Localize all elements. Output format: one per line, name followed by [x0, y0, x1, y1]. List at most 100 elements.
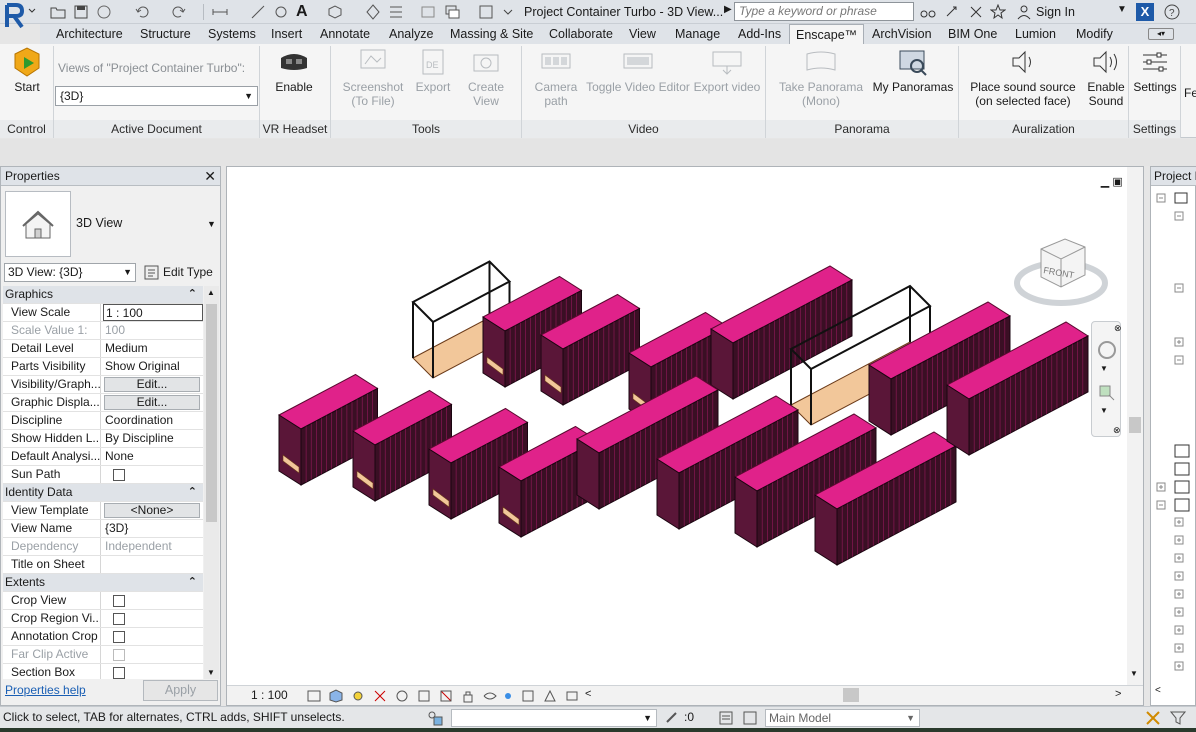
- active-view-select[interactable]: {3D} ▼: [55, 86, 258, 106]
- edit-type-button[interactable]: Edit Type: [141, 262, 217, 284]
- tab-add-ins[interactable]: Add-Ins: [732, 24, 787, 44]
- highlight-displacement-icon[interactable]: [565, 689, 579, 706]
- export-video-button[interactable]: Export video: [692, 46, 762, 94]
- start-button[interactable]: Start: [4, 46, 50, 94]
- chevron-down-icon[interactable]: ▼: [1100, 364, 1108, 373]
- apply-button[interactable]: Apply: [143, 680, 218, 701]
- aligned-dimension-icon[interactable]: [250, 4, 266, 20]
- take-panorama-button[interactable]: Take Panorama (Mono): [774, 46, 868, 108]
- crop-view-icon[interactable]: [417, 689, 431, 706]
- property-row[interactable]: Crop View: [3, 592, 203, 610]
- property-row[interactable]: View Template <None>: [3, 502, 203, 520]
- property-row[interactable]: Annotation Crop: [3, 628, 203, 646]
- show-crop-region-icon[interactable]: [439, 689, 453, 706]
- tab-lumion[interactable]: Lumion: [1009, 24, 1062, 44]
- collapse-icon[interactable]: ⌃: [188, 286, 197, 303]
- shadows-icon[interactable]: [373, 689, 387, 706]
- type-preview[interactable]: [5, 191, 71, 257]
- visual-style-icon[interactable]: [329, 689, 343, 706]
- scrollbar-thumb[interactable]: [1129, 417, 1141, 433]
- my-panoramas-button[interactable]: My Panoramas: [870, 46, 956, 94]
- section-icon[interactable]: [365, 4, 381, 20]
- ribbon-minimize-icon[interactable]: ◂▾: [1148, 28, 1174, 40]
- property-value[interactable]: [103, 646, 203, 663]
- tab-bim-one[interactable]: BIM One: [942, 24, 1003, 44]
- application-menu-button[interactable]: [2, 1, 38, 31]
- camera-path-button[interactable]: Camera path: [528, 46, 584, 108]
- property-value[interactable]: Medium: [103, 340, 203, 357]
- property-edit-button[interactable]: Edit...: [104, 395, 200, 410]
- property-group-header[interactable]: Identity Data ⌃: [3, 484, 203, 502]
- close-icon[interactable]: ✕: [204, 167, 216, 185]
- sync-icon[interactable]: [96, 4, 112, 20]
- screenshot-button[interactable]: Screenshot (To File): [338, 46, 408, 108]
- exchange-apps-icon[interactable]: X: [1136, 3, 1154, 21]
- options-icon[interactable]: ⊗: [1113, 425, 1121, 436]
- settings-button[interactable]: Settings: [1131, 46, 1179, 94]
- 3d-view-icon[interactable]: [327, 4, 343, 20]
- communication-icon[interactable]: [968, 4, 984, 20]
- tab-insert[interactable]: Insert: [265, 24, 308, 44]
- switch-windows-icon[interactable]: [444, 4, 460, 20]
- vr-enable-button[interactable]: Enable: [266, 46, 322, 94]
- scroll-right-arrow-icon[interactable]: >: [1115, 688, 1121, 700]
- tab-collaborate[interactable]: Collaborate: [543, 24, 619, 44]
- collapse-icon[interactable]: ⌃: [188, 574, 197, 591]
- close-icon[interactable]: ⊗: [1114, 323, 1122, 334]
- save-icon[interactable]: [73, 4, 89, 20]
- properties-help-link[interactable]: Properties help: [5, 683, 86, 697]
- temporary-properties-icon[interactable]: [521, 689, 535, 706]
- help-icon[interactable]: ?: [1164, 4, 1180, 20]
- sign-in-button[interactable]: Sign In: [1036, 3, 1075, 21]
- instance-filter-select[interactable]: 3D View: {3D} ▼: [4, 263, 136, 282]
- property-value[interactable]: Edit...: [103, 376, 203, 393]
- property-checkbox[interactable]: [113, 469, 125, 481]
- tab-massing-site[interactable]: Massing & Site: [444, 24, 539, 44]
- property-value[interactable]: None: [103, 448, 203, 465]
- property-checkbox[interactable]: [113, 631, 125, 643]
- thin-lines-icon[interactable]: [388, 4, 404, 20]
- collapse-icon[interactable]: ⌃: [188, 484, 197, 501]
- binoculars-icon[interactable]: [920, 4, 936, 20]
- property-row[interactable]: Graphic Displa... Edit...: [3, 394, 203, 412]
- property-row[interactable]: Parts Visibility Show Original: [3, 358, 203, 376]
- property-row[interactable]: Sun Path: [3, 466, 203, 484]
- enable-sound-button[interactable]: Enable Sound: [1084, 46, 1128, 108]
- open-icon[interactable]: [50, 4, 66, 20]
- tag-icon[interactable]: [273, 4, 289, 20]
- tab-enscape[interactable]: Enscape™: [789, 24, 865, 44]
- tab-modify[interactable]: Modify: [1070, 24, 1119, 44]
- property-group-header[interactable]: Extents ⌃: [3, 574, 203, 592]
- container-long-5[interactable]: [710, 265, 853, 400]
- scrollbar-thumb[interactable]: [206, 304, 217, 522]
- export-button[interactable]: DE Export: [412, 46, 454, 94]
- property-checkbox[interactable]: [113, 667, 125, 679]
- property-row[interactable]: Discipline Coordination: [3, 412, 203, 430]
- measure-icon[interactable]: [212, 4, 228, 20]
- property-edit-button[interactable]: <None>: [104, 503, 200, 518]
- tab-architecture[interactable]: Architecture: [50, 24, 129, 44]
- project-browser-tree[interactable]: [1151, 187, 1195, 687]
- property-value[interactable]: [103, 592, 203, 609]
- property-row[interactable]: Detail Level Medium: [3, 340, 203, 358]
- property-value[interactable]: [103, 628, 203, 645]
- property-value[interactable]: [103, 556, 203, 573]
- zoom-icon[interactable]: [1098, 384, 1116, 405]
- property-row[interactable]: Section Box: [3, 664, 203, 679]
- property-row[interactable]: Visibility/Graph... Edit...: [3, 376, 203, 394]
- properties-scrollbar[interactable]: ▲ ▼: [204, 286, 219, 679]
- property-row[interactable]: Title on Sheet: [3, 556, 203, 574]
- tab-manage[interactable]: Manage: [669, 24, 726, 44]
- property-row[interactable]: Far Clip Active: [3, 646, 203, 664]
- undo-icon[interactable]: [135, 4, 151, 20]
- 3d-view-canvas[interactable]: ▁ ▣ ✕ FRONT ⊗ ▼ ▼ ⊗ ▼: [226, 166, 1144, 706]
- property-value[interactable]: [103, 466, 203, 483]
- property-checkbox[interactable]: [113, 613, 125, 625]
- viewcube[interactable]: FRONT: [1013, 231, 1109, 309]
- property-row[interactable]: Default Analysi... None: [3, 448, 203, 466]
- property-group-header[interactable]: Graphics ⌃: [3, 286, 203, 304]
- property-row[interactable]: Scale Value 1: 100: [3, 322, 203, 340]
- property-value[interactable]: Edit...: [103, 394, 203, 411]
- close-hidden-icon[interactable]: [420, 4, 436, 20]
- customize-qat-icon[interactable]: [478, 4, 494, 20]
